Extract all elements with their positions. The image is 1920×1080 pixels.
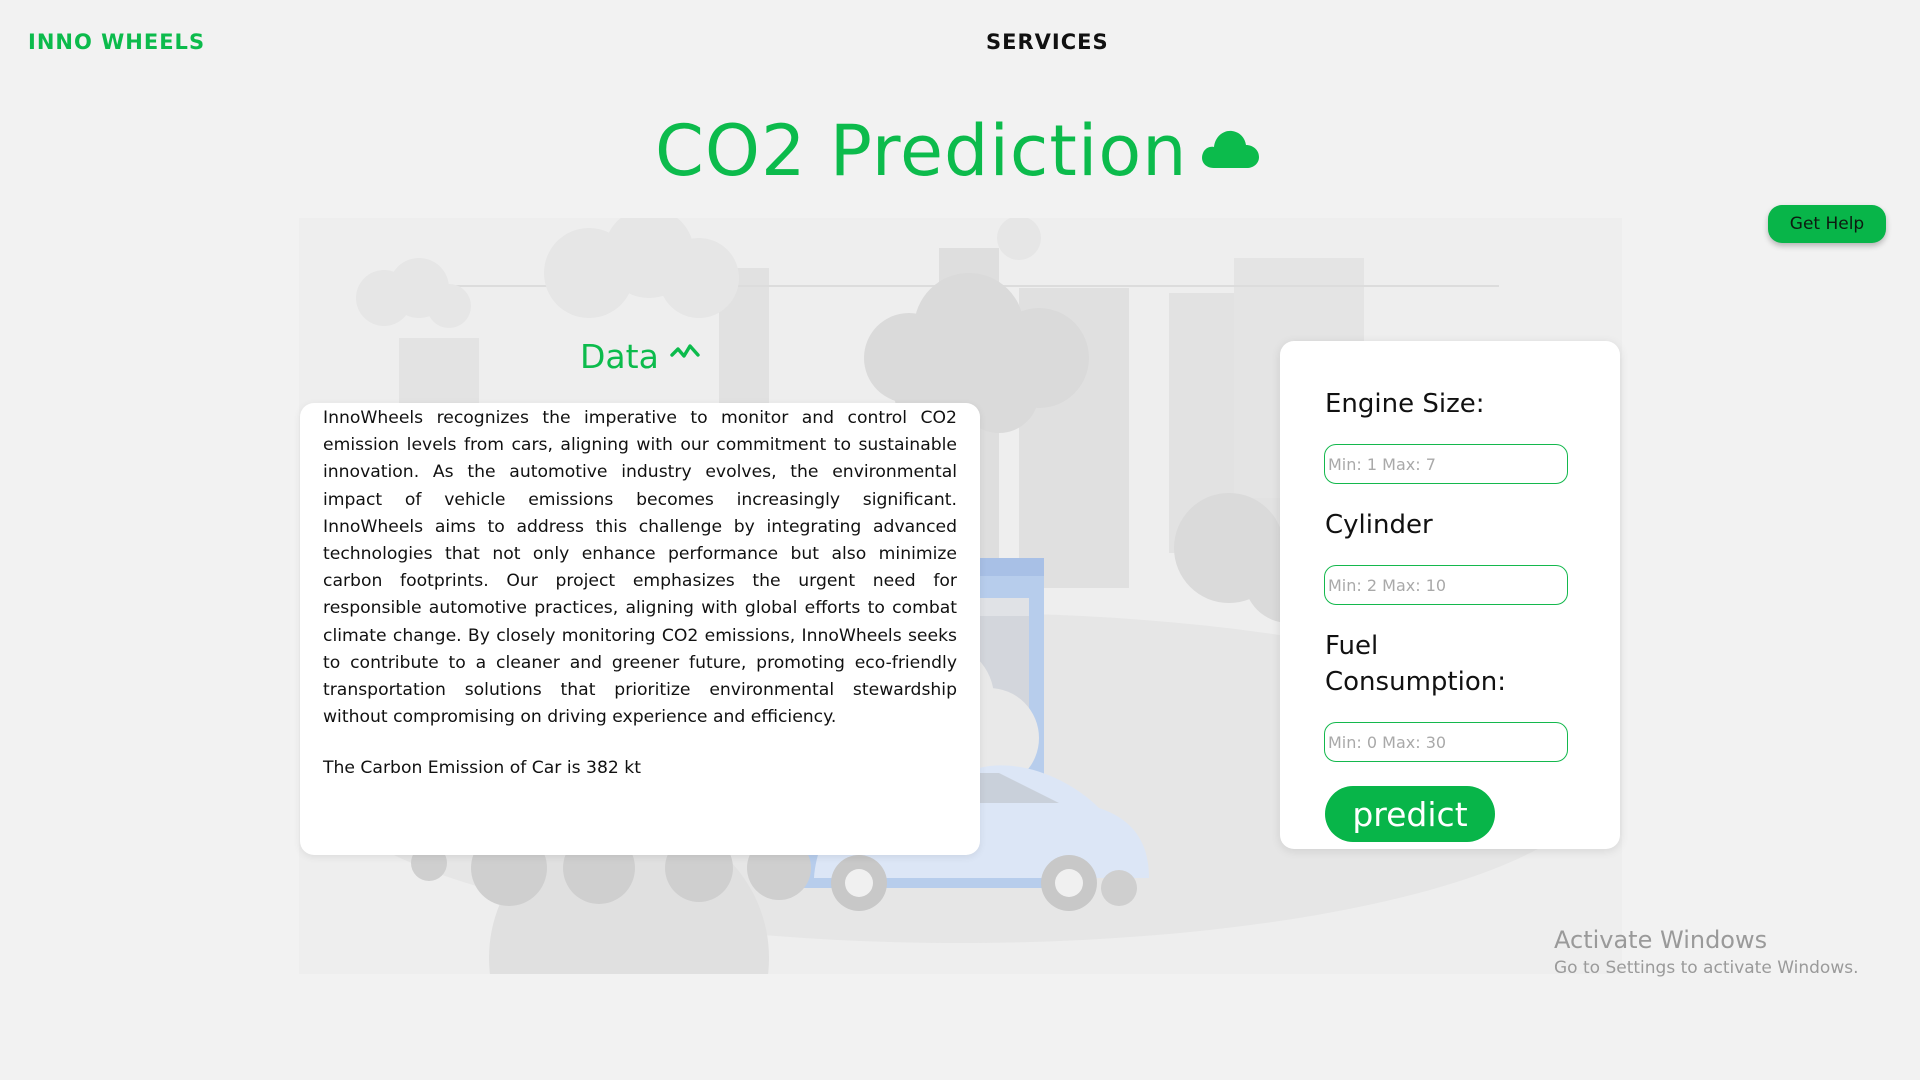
data-heading: Data — [580, 337, 659, 376]
activate-windows-watermark: Activate Windows Go to Settings to activ… — [1554, 926, 1859, 978]
data-description: InnoWheels recognizes the imperative to … — [323, 408, 957, 728]
activate-windows-subtitle: Go to Settings to activate Windows. — [1554, 958, 1859, 978]
cylinder-input[interactable] — [1324, 565, 1568, 605]
prediction-form: Engine Size: Cylinder Fuel Consumption: … — [1280, 341, 1620, 849]
prediction-result: The Carbon Emission of Car is 382 kt — [323, 758, 641, 779]
fuel-consumption-label: Fuel Consumption: — [1325, 628, 1506, 700]
fuel-consumption-input[interactable] — [1324, 722, 1568, 762]
activate-windows-title: Activate Windows — [1554, 926, 1768, 954]
nav-services-link[interactable]: SERVICES — [986, 30, 1109, 54]
cloud-icon — [1200, 126, 1260, 174]
page-title: CO2 Prediction — [655, 110, 1188, 192]
engine-size-label: Engine Size: — [1325, 389, 1485, 419]
engine-size-input[interactable] — [1324, 444, 1568, 484]
activity-icon — [670, 342, 700, 368]
get-help-button[interactable]: Get Help — [1768, 205, 1886, 243]
fuel-consumption-label-line1: Fuel — [1325, 631, 1379, 661]
data-info-card: InnoWheels recognizes the imperative to … — [300, 403, 980, 855]
cylinder-label: Cylinder — [1325, 510, 1433, 540]
predict-button[interactable]: predict — [1325, 786, 1495, 842]
brand-logo-link[interactable]: INNO WHEELS — [28, 30, 205, 54]
fuel-consumption-label-line2: Consumption: — [1325, 667, 1506, 697]
